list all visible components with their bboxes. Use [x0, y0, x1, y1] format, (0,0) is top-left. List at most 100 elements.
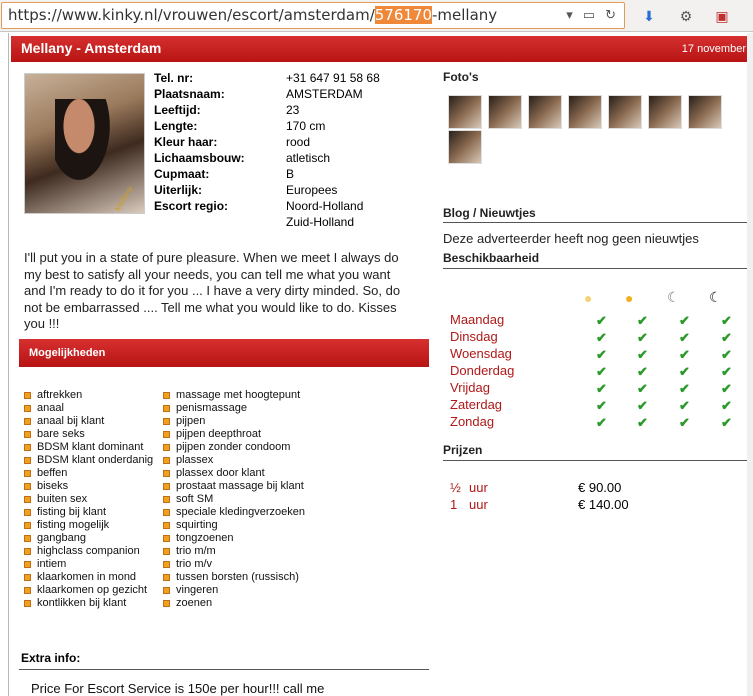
bullet-icon: [24, 457, 31, 464]
bullet-icon: [24, 509, 31, 516]
info-label: Plaatsnaam:: [154, 87, 225, 101]
day-label: Donderdag: [450, 363, 515, 378]
info-value: Zuid-Holland: [286, 215, 355, 229]
price-value: € 140.00: [578, 497, 629, 512]
service-item: BDSM klant dominant: [24, 441, 153, 454]
check-icon: ✔: [679, 364, 690, 379]
check-icon: ✔: [721, 381, 732, 396]
toolbox-icon[interactable]: ▣: [711, 5, 733, 27]
service-label: penismassage: [176, 402, 247, 414]
reload-icon[interactable]: ↻: [605, 3, 616, 28]
download-icon[interactable]: ⬇: [638, 5, 660, 27]
photo-thumbnail[interactable]: [448, 95, 482, 129]
check-icon: ✔: [721, 364, 732, 379]
profile-photo[interactable]: Mellany: [24, 73, 145, 214]
service-label: pijpen: [176, 415, 206, 427]
service-label: speciale kledingverzoeken: [176, 506, 306, 518]
service-label: highclass companion: [37, 545, 140, 557]
bullet-icon: [24, 561, 31, 568]
photo-thumbnail[interactable]: [568, 95, 602, 129]
service-item: pijpen: [163, 415, 305, 428]
price-unit: uur: [469, 497, 488, 512]
photo-thumbnail[interactable]: [608, 95, 642, 129]
check-icon: ✔: [679, 398, 690, 413]
check-icon: ✔: [679, 313, 690, 328]
scrollbar[interactable]: [747, 33, 753, 696]
header-date: 17 november: [681, 43, 746, 55]
service-label: zoenen: [176, 597, 213, 609]
bullet-icon: [163, 418, 170, 425]
day-label: Vrijdag: [450, 380, 490, 395]
check-icon: ✔: [637, 381, 648, 396]
info-label: Uiterlijk:: [154, 183, 203, 197]
day-label: Woensdag: [450, 346, 512, 361]
info-value: AMSTERDAM: [286, 87, 363, 101]
check-icon: ✔: [637, 330, 648, 345]
page-title: Mellany - Amsterdam: [21, 40, 162, 56]
service-label: trio m/v: [176, 558, 213, 570]
moon-icon: ☾: [667, 289, 680, 305]
service-item: prostaat massage bij klant: [163, 480, 305, 493]
extension-icon[interactable]: ⚙: [675, 5, 697, 27]
bullet-icon: [163, 587, 170, 594]
service-item: fisting mogelijk: [24, 519, 153, 532]
service-item: trio m/m: [163, 545, 305, 558]
service-label: anaal: [37, 402, 64, 414]
info-label: Lichaamsbouw:: [154, 151, 245, 165]
service-item: aftrekken: [24, 389, 153, 402]
info-value: 23: [286, 103, 300, 117]
blog-text: Deze adverteerder heeft nog geen nieuwtj…: [443, 231, 699, 246]
service-item: vingeren: [163, 584, 305, 597]
bullet-icon: [24, 405, 31, 412]
service-item: tongzoenen: [163, 532, 305, 545]
photo-thumbnail[interactable]: [688, 95, 722, 129]
bullet-icon: [24, 548, 31, 555]
service-label: beffen: [37, 467, 68, 479]
check-icon: ✔: [721, 313, 732, 328]
price-qty: ½: [450, 480, 461, 495]
info-value: rood: [286, 135, 311, 149]
check-icon: ✔: [637, 313, 648, 328]
check-icon: ✔: [637, 415, 648, 430]
photo-thumbnail[interactable]: [528, 95, 562, 129]
bullet-icon: [24, 574, 31, 581]
bullet-icon: [24, 522, 31, 529]
prices-title: Prijzen: [443, 443, 483, 457]
blog-title: Blog / Nieuwtjes: [443, 206, 536, 220]
divider: [443, 460, 748, 461]
bullet-icon: [24, 587, 31, 594]
service-item: zoenen: [163, 597, 305, 610]
service-label: trio m/m: [176, 545, 216, 557]
check-icon: ✔: [596, 313, 607, 328]
service-label: aftrekken: [37, 389, 83, 401]
reader-icon[interactable]: ▭: [583, 3, 595, 28]
service-label: vingeren: [176, 584, 219, 596]
profile-description: I'll put you in a state of pure pleasure…: [24, 250, 401, 331]
check-icon: ✔: [596, 330, 607, 345]
photo-thumbnail[interactable]: [648, 95, 682, 129]
day-label: Zondag: [450, 414, 495, 429]
photo-thumbnail[interactable]: [488, 95, 522, 129]
bullet-icon: [163, 444, 170, 451]
service-label: klaarkomen op gezicht: [37, 584, 148, 596]
info-label: Lengte:: [154, 119, 198, 133]
photo-thumbnail[interactable]: [448, 130, 482, 164]
check-icon: ✔: [596, 381, 607, 396]
info-label: Leeftijd:: [154, 103, 201, 117]
bullet-icon: [163, 522, 170, 529]
service-item: kontlikken bij klant: [24, 597, 153, 610]
browser-toolbar: https://www.kinky.nl/vrouwen/escort/amst…: [0, 0, 753, 32]
service-item: bare seks: [24, 428, 153, 441]
bullet-icon: [163, 561, 170, 568]
bullet-icon: [163, 392, 170, 399]
service-item: anaal: [24, 402, 153, 415]
check-icon: ✔: [679, 347, 690, 362]
services-list-2: massage met hoogtepunt penismassage pijpen…: [163, 389, 305, 610]
dropdown-icon[interactable]: ▾: [566, 3, 573, 28]
service-item: anaal bij klant: [24, 415, 153, 428]
url-bar[interactable]: https://www.kinky.nl/vrouwen/escort/amst…: [1, 2, 625, 29]
check-icon: ✔: [596, 415, 607, 430]
service-label: plassex door klant: [176, 467, 265, 479]
check-icon: ✔: [679, 381, 690, 396]
service-item: squirting: [163, 519, 305, 532]
